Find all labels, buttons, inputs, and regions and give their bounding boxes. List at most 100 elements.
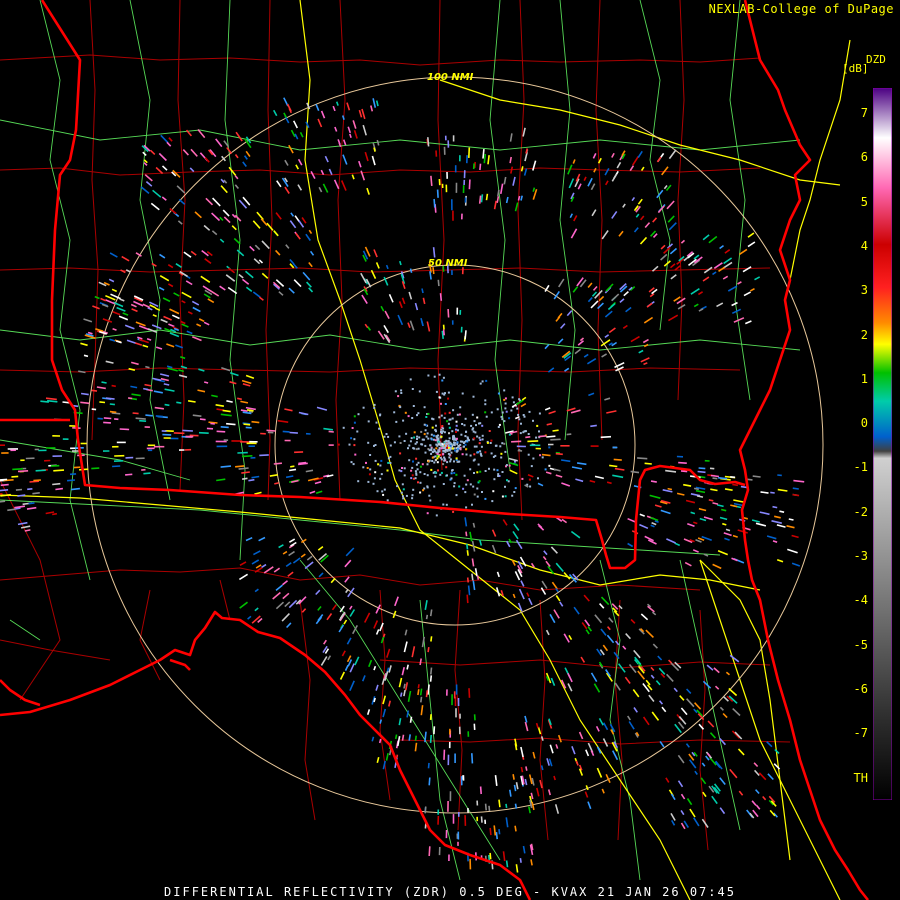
echo-pixel xyxy=(484,399,487,402)
echo-streak xyxy=(772,505,778,509)
legend-tick: 2 xyxy=(860,327,868,342)
echo-streak xyxy=(495,832,498,840)
echo-pixel xyxy=(442,463,445,466)
legend-tick: -3 xyxy=(853,549,868,563)
echo-pixel xyxy=(394,390,397,393)
echo-streak xyxy=(427,137,430,147)
echo-streak xyxy=(792,493,800,497)
legend-tick: -2 xyxy=(853,504,868,519)
echo-pixel xyxy=(413,447,416,450)
echo-pixel xyxy=(421,463,424,466)
echo-pixel xyxy=(465,453,468,456)
echo-streak xyxy=(429,714,432,720)
echo-pixel xyxy=(387,461,390,464)
range-label-50nmi: 50 NMI xyxy=(428,258,468,269)
echo-streak xyxy=(439,293,443,301)
echo-pixel xyxy=(475,445,478,448)
echo-pixel xyxy=(373,477,376,480)
echo-streak xyxy=(509,789,512,797)
echo-pixel xyxy=(532,457,535,460)
echo-streak xyxy=(274,482,279,485)
echo-pixel xyxy=(476,487,479,490)
echo-pixel xyxy=(442,453,445,456)
echo-streak xyxy=(204,381,209,384)
echo-pixel xyxy=(389,462,392,464)
echo-pixel xyxy=(435,424,437,427)
echo-streak xyxy=(53,469,65,472)
echo-pixel xyxy=(448,437,451,440)
echo-streak xyxy=(525,766,528,771)
echo-pixel xyxy=(445,503,448,506)
echo-pixel xyxy=(473,493,476,496)
echo-streak xyxy=(400,692,403,697)
echo-streak xyxy=(378,738,382,744)
echo-pixel xyxy=(541,456,544,459)
echo-pixel xyxy=(527,433,530,435)
echo-streak xyxy=(732,483,739,487)
echo-pixel xyxy=(434,429,437,432)
echo-pixel xyxy=(411,417,414,419)
echo-pixel xyxy=(536,424,539,427)
echo-pixel xyxy=(461,423,464,425)
echo-streak xyxy=(430,175,433,186)
echo-streak xyxy=(447,308,450,318)
echo-streak xyxy=(471,753,474,764)
echo-streak xyxy=(35,469,46,472)
echo-pixel xyxy=(472,395,475,398)
echo-pixel xyxy=(396,485,399,488)
echo-pixel xyxy=(450,451,453,454)
echo-pixel xyxy=(433,448,436,451)
echo-pixel xyxy=(462,442,465,444)
echo-streak xyxy=(466,543,469,550)
echo-pixel xyxy=(423,423,426,426)
echo-streak xyxy=(0,478,8,481)
echo-pixel xyxy=(356,430,359,433)
echo-pixel xyxy=(366,467,369,469)
echo-streak xyxy=(514,803,518,809)
legend-tick: 3 xyxy=(860,283,868,298)
echo-pixel xyxy=(479,422,482,425)
echo-streak xyxy=(101,381,107,384)
echo-pixel xyxy=(479,470,482,473)
echo-streak xyxy=(406,664,409,670)
echo-pixel xyxy=(441,392,444,395)
echo-pixel xyxy=(416,435,419,438)
echo-streak xyxy=(125,473,133,476)
echo-pixel xyxy=(446,474,448,477)
echo-pixel xyxy=(367,441,370,444)
echo-pixel xyxy=(455,494,458,497)
echo-pixel xyxy=(422,489,425,492)
echo-pixel xyxy=(511,396,514,399)
echo-pixel xyxy=(442,449,445,452)
echo-pixel xyxy=(357,480,360,483)
echo-streak xyxy=(328,430,334,433)
legend-tick: -7 xyxy=(853,726,868,741)
echo-pixel xyxy=(532,419,534,422)
echo-pixel xyxy=(448,441,451,444)
echo-streak xyxy=(600,435,612,439)
echo-pixel xyxy=(439,456,442,459)
echo-pixel xyxy=(443,457,446,460)
echo-streak xyxy=(590,424,597,428)
echo-pixel xyxy=(440,447,443,450)
echo-pixel xyxy=(529,485,532,488)
echo-pixel xyxy=(503,442,506,445)
echo-pixel xyxy=(427,460,430,463)
echo-pixel xyxy=(451,417,454,420)
echo-pixel xyxy=(398,435,401,438)
echo-pixel xyxy=(353,444,356,447)
echo-pixel xyxy=(413,431,416,434)
echo-streak xyxy=(105,397,115,400)
echo-pixel xyxy=(379,477,382,480)
echo-streak xyxy=(479,163,482,171)
echo-pixel xyxy=(418,390,421,393)
echo-pixel xyxy=(528,410,531,413)
echo-pixel xyxy=(449,460,452,463)
echo-pixel xyxy=(438,447,441,450)
echo-pixel xyxy=(393,411,396,414)
echo-pixel xyxy=(352,463,355,466)
echo-pixel xyxy=(435,435,438,438)
echo-pixel xyxy=(465,430,468,433)
echo-streak xyxy=(488,805,491,812)
echo-pixel xyxy=(469,468,472,471)
